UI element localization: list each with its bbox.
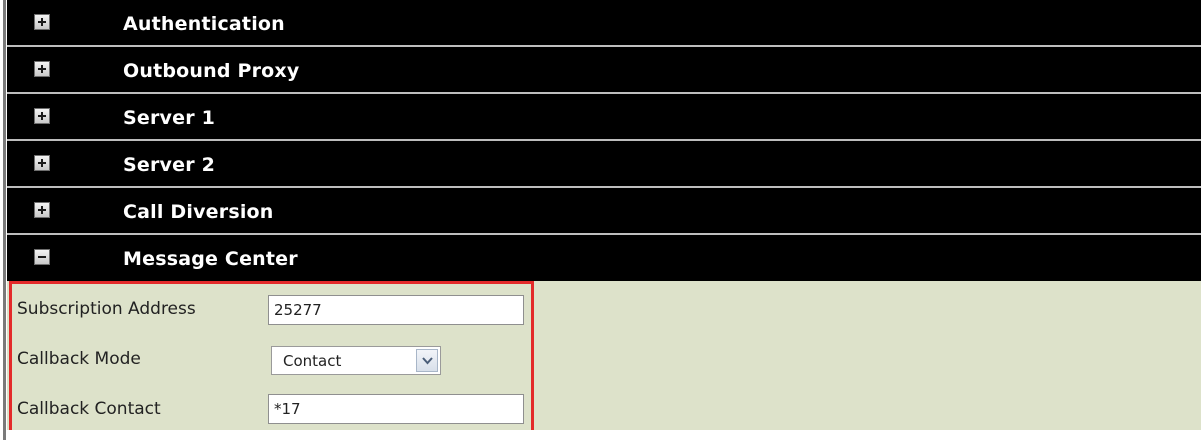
section-title: Call Diversion	[123, 201, 274, 223]
plus-icon[interactable]	[34, 155, 50, 171]
subscription-address-label: Subscription Address	[17, 299, 196, 319]
section-message-center-header[interactable]: Message Center	[7, 235, 1201, 281]
subscription-address-input[interactable]	[268, 295, 524, 325]
section-title: Server 1	[123, 107, 216, 129]
left-divider	[3, 0, 6, 440]
settings-panel: Authentication Outbound Proxy Server 1 S…	[7, 0, 1201, 440]
plus-icon[interactable]	[34, 61, 50, 77]
section-title: Authentication	[123, 13, 285, 35]
chevron-down-icon[interactable]	[416, 349, 438, 372]
section-title: Message Center	[123, 248, 298, 270]
section-title: Outbound Proxy	[123, 60, 300, 82]
section-outbound-proxy-header[interactable]: Outbound Proxy	[7, 47, 1201, 94]
minus-icon[interactable]	[34, 249, 50, 265]
callback-contact-label: Callback Contact	[17, 399, 161, 419]
section-call-diversion-header[interactable]: Call Diversion	[7, 188, 1201, 235]
left-edge	[0, 0, 7, 440]
callback-mode-value: Contact	[283, 352, 342, 370]
plus-icon[interactable]	[34, 14, 50, 30]
callback-mode-label: Callback Mode	[17, 349, 141, 369]
section-authentication-header[interactable]: Authentication	[7, 0, 1201, 47]
plus-icon[interactable]	[34, 108, 50, 124]
section-title: Server 2	[123, 154, 216, 176]
message-center-content: Subscription Address Callback Mode Conta…	[7, 281, 1201, 430]
callback-mode-select[interactable]: Contact	[271, 346, 441, 375]
section-server-1-header[interactable]: Server 1	[7, 94, 1201, 141]
callback-contact-input[interactable]	[268, 394, 524, 424]
plus-icon[interactable]	[34, 202, 50, 218]
section-server-2-header[interactable]: Server 2	[7, 141, 1201, 188]
